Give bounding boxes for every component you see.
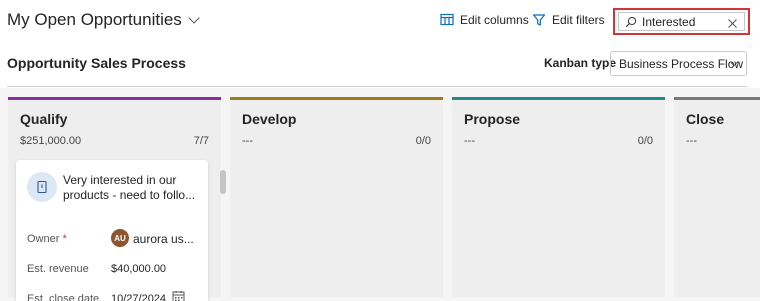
kanban-board: Qualify $251,000.00 7/7 Very interested … [0, 88, 760, 301]
chevron-down-icon [188, 12, 200, 24]
divider [7, 86, 747, 87]
edit-columns-icon [440, 13, 454, 26]
avatar: AU [111, 229, 129, 247]
owner-name[interactable]: aurora us... [133, 232, 194, 246]
search-input[interactable] [642, 14, 722, 29]
close-date-label: Est. close date [27, 293, 100, 301]
column-title: Close [686, 111, 725, 127]
filter-icon [532, 14, 546, 26]
close-date-value: 10/27/2024 [111, 293, 167, 301]
required-mark: * [62, 233, 67, 245]
opportunity-card[interactable]: Very interested in our products - need t… [16, 160, 208, 301]
process-header: Opportunity Sales Process Kanban type Bu… [0, 44, 760, 88]
owner-label: Owner * [27, 233, 67, 245]
column-count: 7/7 [193, 135, 209, 147]
kanban-type-select[interactable]: Business Process Flow [610, 51, 747, 76]
column-title: Develop [242, 111, 297, 127]
calendar-icon[interactable] [172, 290, 185, 301]
column-amount: --- [242, 135, 253, 147]
process-title: Opportunity Sales Process [7, 55, 186, 71]
column-amount: --- [464, 135, 475, 147]
card-title[interactable]: Very interested in our products - need t… [63, 173, 198, 203]
column-count: 0/0 [415, 135, 431, 147]
command-bar: My Open Opportunities Edit columns Edit … [0, 0, 760, 44]
edit-filters-label: Edit filters [552, 13, 605, 27]
column-title: Qualify [20, 111, 68, 127]
edit-columns-button[interactable]: Edit columns [440, 13, 529, 27]
close-icon[interactable] [727, 18, 738, 29]
search-icon [625, 16, 637, 27]
search-box [613, 8, 750, 35]
column-qualify: Qualify $251,000.00 7/7 Very interested … [8, 97, 226, 301]
search-field [618, 12, 745, 31]
column-develop: Develop --- 0/0 [230, 97, 443, 297]
scrollbar[interactable] [220, 170, 226, 194]
column-count: 0/0 [637, 135, 653, 147]
view-title: My Open Opportunities [7, 10, 182, 29]
column-propose: Propose --- 0/0 [452, 97, 665, 297]
revenue-label: Est. revenue [27, 263, 89, 275]
edit-columns-label: Edit columns [460, 13, 529, 27]
edit-filters-button[interactable]: Edit filters [532, 13, 605, 27]
revenue-value: $40,000.00 [111, 263, 167, 275]
owner-label-text: Owner [27, 233, 60, 245]
opportunity-icon [27, 172, 57, 202]
column-amount: --- [686, 135, 697, 147]
view-selector[interactable]: My Open Opportunities [7, 10, 200, 30]
column-amount: $251,000.00 [20, 135, 82, 147]
kanban-type-label: Kanban type [544, 56, 617, 70]
kanban-type-value: Business Process Flow [619, 56, 744, 71]
column-title: Propose [464, 111, 521, 127]
column-close: Close --- [674, 97, 760, 297]
